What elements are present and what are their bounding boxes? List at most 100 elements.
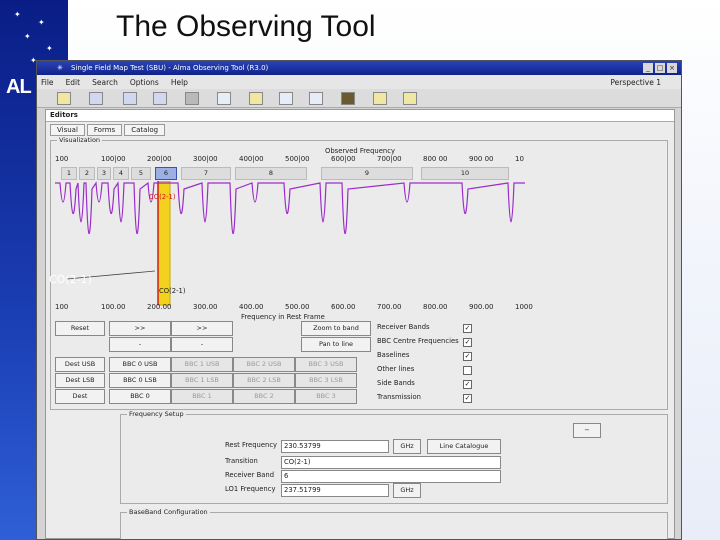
receiver-band-10[interactable]: 10 — [421, 167, 509, 180]
save-icon[interactable] — [123, 92, 137, 105]
axis-tick-label: 400.00 — [239, 303, 264, 311]
window-title: Single Field Map Test (SBU) - Alma Obser… — [71, 64, 269, 72]
menu-edit[interactable]: Edit — [66, 78, 81, 87]
axis-tick-label: 600.00 — [331, 303, 356, 311]
bbc-cell-button[interactable]: BBC 0 — [109, 389, 171, 404]
option-checkbox[interactable]: ✓ — [463, 338, 472, 347]
receiver-band-field: 6 — [281, 470, 501, 483]
editors-header: Editors — [46, 110, 674, 122]
window-titlebar[interactable]: ✳ Single Field Map Test (SBU) - Alma Obs… — [37, 61, 681, 75]
axis-tick-label: 700|00 — [377, 155, 402, 163]
zoom-out-button[interactable]: - — [109, 337, 171, 352]
receiver-band-2[interactable]: 2 — [79, 167, 95, 180]
wizard-icon[interactable] — [249, 92, 263, 105]
option-label: BBC Centre Frequencies — [377, 337, 459, 345]
lo1-frequency-input[interactable]: 237.51799 — [281, 484, 389, 497]
observed-frequency-label: Observed Frequency — [325, 147, 395, 155]
receiver-band-8[interactable]: 8 — [235, 167, 307, 180]
open-icon[interactable] — [89, 92, 103, 105]
submit-icon[interactable] — [403, 92, 417, 105]
axis-tick-label: 10 — [515, 155, 524, 163]
option-checkbox[interactable]: ✓ — [463, 394, 472, 403]
axis-tick-label: 100 — [55, 155, 69, 163]
toolbar — [37, 89, 681, 108]
menu-file[interactable]: File — [41, 78, 54, 87]
app-icon: ✳ — [57, 64, 63, 72]
menu-search[interactable]: Search — [92, 78, 118, 87]
minimize-button[interactable]: _ — [643, 63, 653, 73]
frequency-setup-label: Frequency Setup — [127, 410, 186, 418]
rest-unit-select[interactable]: GHz — [393, 439, 421, 454]
bbc-cell-button[interactable]: BBC 3 — [295, 389, 357, 404]
stop-icon[interactable] — [185, 92, 199, 105]
transmission-spectrum — [55, 181, 525, 306]
pan-right-2-button[interactable]: >> — [171, 321, 233, 336]
bbc-cell-button[interactable]: BBC 3 LSB — [295, 373, 357, 388]
option-checkbox[interactable] — [463, 366, 472, 375]
axis-tick-label: 500|00 — [285, 155, 310, 163]
maximize-button[interactable]: □ — [655, 63, 665, 73]
tab-forms[interactable]: Forms — [86, 124, 123, 136]
print-icon[interactable] — [153, 92, 167, 105]
zoom-out-2-button[interactable]: - — [171, 337, 233, 352]
co-annotation-label: CO(2-1) — [49, 273, 92, 286]
option-checkbox[interactable]: ✓ — [463, 352, 472, 361]
folder-icon[interactable] — [373, 92, 387, 105]
axis-tick-label: 100.00 — [101, 303, 126, 311]
tree-icon[interactable] — [279, 92, 293, 105]
option-label: Transmission — [377, 393, 421, 401]
receiver-band-3[interactable]: 3 — [97, 167, 111, 180]
bbc-row-button[interactable]: Dest USB — [55, 357, 105, 372]
receiver-band-6[interactable]: 6 — [155, 167, 177, 180]
close-button[interactable]: × — [667, 63, 677, 73]
option-label: Baselines — [377, 351, 410, 359]
tab-visual[interactable]: Visual — [50, 124, 85, 136]
pan-to-line-button[interactable]: Pan to line — [301, 337, 371, 352]
bbc-cell-button[interactable]: BBC 2 — [233, 389, 295, 404]
receiver-band-1[interactable]: 1 — [61, 167, 77, 180]
bbc-cell-button[interactable]: BBC 2 LSB — [233, 373, 295, 388]
rest-frequency-label: Rest Frequency — [225, 441, 278, 449]
bbc-cell-button[interactable]: BBC 3 USB — [295, 357, 357, 372]
receiver-band-5[interactable]: 5 — [131, 167, 151, 180]
transition-field[interactable]: CO(2-1) — [281, 456, 501, 469]
receiver-band-9[interactable]: 9 — [321, 167, 413, 180]
bbc-cell-button[interactable]: BBC 0 USB — [109, 357, 171, 372]
line-catalogue-button[interactable]: Line Catalogue — [427, 439, 501, 454]
option-checkbox[interactable]: ✓ — [463, 324, 472, 333]
tab-catalog[interactable]: Catalog — [124, 124, 166, 136]
bbc-cell-button[interactable]: BBC 1 LSB — [171, 373, 233, 388]
bbc-cell-button[interactable]: BBC 1 USB — [171, 357, 233, 372]
rest-frequency-input[interactable]: 230.53799 — [281, 440, 389, 453]
menu-help[interactable]: Help — [171, 78, 188, 87]
axis-tick-label: 700.00 — [377, 303, 402, 311]
visualization-label: Visualization — [57, 136, 103, 144]
axis-tick-label: 800 00 — [423, 155, 448, 163]
bbc-row-button[interactable]: Dest — [55, 389, 105, 404]
perspective-selector[interactable]: Perspective 1 — [610, 78, 661, 87]
reset-button[interactable]: Reset — [55, 321, 105, 336]
zoom-to-band-button[interactable]: Zoom to band — [301, 321, 371, 336]
bbc-cell-button[interactable]: BBC 1 — [171, 389, 233, 404]
baseband-config-group: BaseBand Configuration — [120, 508, 668, 539]
option-label: Side Bands — [377, 379, 415, 387]
bbc-cell-button[interactable]: BBC 2 USB — [233, 357, 295, 372]
lo1-unit-select[interactable]: GHz — [393, 483, 421, 498]
bbc-row-button[interactable]: Dest LSB — [55, 373, 105, 388]
collapse-button[interactable]: − — [573, 423, 601, 438]
archive-icon[interactable] — [341, 92, 355, 105]
document-icon[interactable] — [309, 92, 323, 105]
bbc-cell-button[interactable]: BBC 0 LSB — [109, 373, 171, 388]
receiver-band-4[interactable]: 4 — [113, 167, 129, 180]
validate-icon[interactable] — [217, 92, 231, 105]
option-checkbox[interactable]: ✓ — [463, 380, 472, 389]
baseband-config-label: BaseBand Configuration — [127, 508, 210, 516]
lo1-frequency-label: LO1 Frequency — [225, 485, 276, 493]
rest-frame-label: Frequency in Rest Frame — [241, 313, 325, 321]
axis-tick-label: 400|00 — [239, 155, 264, 163]
menu-options[interactable]: Options — [130, 78, 159, 87]
new-project-icon[interactable] — [57, 92, 71, 105]
pan-right-button[interactable]: >> — [109, 321, 171, 336]
receiver-band-7[interactable]: 7 — [181, 167, 231, 180]
frequency-setup-group: Frequency Setup − Rest Frequency 230.537… — [120, 410, 668, 504]
